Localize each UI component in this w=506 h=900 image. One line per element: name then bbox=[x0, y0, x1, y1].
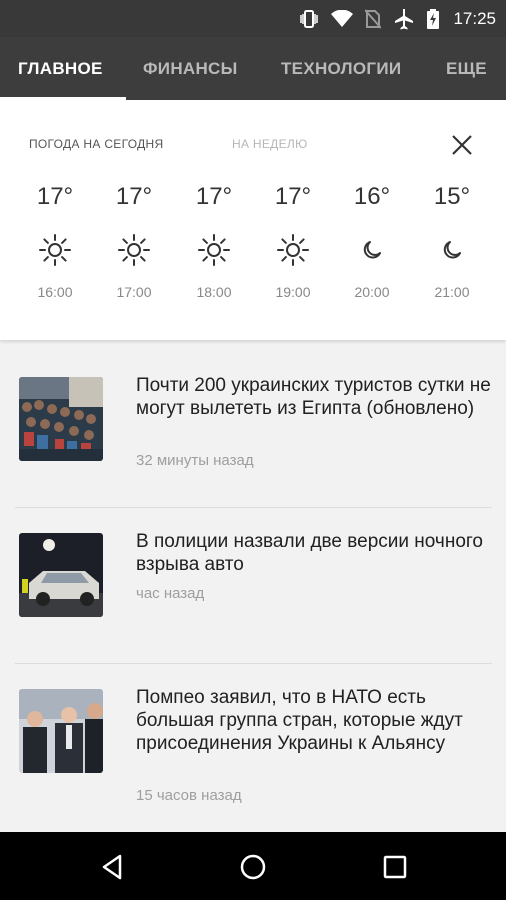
news-title[interactable]: В полиции назвали две версии ночного взр… bbox=[136, 530, 492, 576]
forecast-temp: 15° bbox=[433, 183, 471, 210]
moon-icon bbox=[412, 232, 492, 268]
no-sim-icon bbox=[365, 8, 382, 29]
forecast-time: 21:00 bbox=[434, 284, 470, 300]
forecast-item: 17° 17:00 bbox=[94, 182, 174, 300]
wifi-icon bbox=[331, 9, 354, 28]
news-title[interactable]: Помпео заявил, что в НАТО есть большая г… bbox=[136, 686, 492, 755]
vibrate-icon bbox=[299, 9, 319, 29]
forecast-item: 17° 18:00 bbox=[174, 182, 254, 300]
tab-main[interactable]: ГЛАВНОЕ bbox=[18, 37, 103, 100]
forecast-temp: 17° bbox=[274, 183, 312, 210]
forecast-item: 17° 16:00 bbox=[15, 182, 95, 300]
airplane-icon bbox=[393, 8, 415, 30]
home-icon[interactable] bbox=[238, 852, 268, 882]
forecast-item: 16° 20:00 bbox=[332, 182, 412, 300]
forecast-item: 17° 19:00 bbox=[253, 182, 333, 300]
navigation-bar bbox=[0, 832, 506, 900]
forecast-time: 17:00 bbox=[116, 284, 152, 300]
news-item[interactable]: Помпео заявил, что в НАТО есть большая г… bbox=[0, 664, 506, 831]
weather-tab-week[interactable]: НА НЕДЕЛЮ bbox=[232, 137, 308, 151]
news-time: 15 часов назад bbox=[136, 787, 242, 804]
weather-card: ПОГОДА НА СЕГОДНЯ НА НЕДЕЛЮ 17° 16:00 17… bbox=[0, 100, 506, 340]
tab-more[interactable]: ЕЩЕ bbox=[446, 37, 487, 100]
close-icon[interactable] bbox=[448, 131, 476, 159]
news-thumbnail[interactable] bbox=[19, 377, 103, 461]
battery-charging-icon bbox=[427, 8, 440, 29]
news-title[interactable]: Почти 200 украинских туристов сутки не м… bbox=[136, 374, 492, 420]
forecast-temp: 16° bbox=[353, 183, 391, 210]
sun-icon bbox=[94, 232, 174, 268]
tab-technology[interactable]: ТЕХНОЛОГИИ bbox=[281, 37, 401, 100]
news-item[interactable]: Почти 200 украинских туристов сутки не м… bbox=[0, 370, 506, 505]
news-thumbnail[interactable] bbox=[19, 533, 103, 617]
news-item[interactable]: В полиции назвали две версии ночного взр… bbox=[0, 508, 506, 663]
forecast-time: 16:00 bbox=[37, 284, 73, 300]
recents-icon[interactable] bbox=[380, 852, 410, 882]
forecast-item: 15° 21:00 bbox=[412, 182, 492, 300]
news-time: 32 минуты назад bbox=[136, 452, 254, 469]
forecast-time: 20:00 bbox=[354, 284, 390, 300]
forecast-temp: 17° bbox=[195, 183, 233, 210]
tab-finance[interactable]: ФИНАНСЫ bbox=[143, 37, 238, 100]
forecast-temp: 17° bbox=[36, 183, 74, 210]
forecast-temp: 17° bbox=[115, 183, 153, 210]
tab-bar: ГЛАВНОЕ ФИНАНСЫ ТЕХНОЛОГИИ ЕЩЕ bbox=[0, 37, 506, 100]
forecast-time: 18:00 bbox=[196, 284, 232, 300]
back-icon[interactable] bbox=[98, 852, 128, 882]
sun-icon bbox=[253, 232, 333, 268]
news-time: час назад bbox=[136, 585, 205, 602]
forecast-time: 19:00 bbox=[275, 284, 311, 300]
status-bar: 17:25 bbox=[0, 0, 506, 37]
sun-icon bbox=[15, 232, 95, 268]
sun-icon bbox=[174, 232, 254, 268]
news-thumbnail[interactable] bbox=[19, 689, 103, 773]
weather-tab-today[interactable]: ПОГОДА НА СЕГОДНЯ bbox=[29, 137, 163, 151]
status-time: 17:25 bbox=[453, 8, 496, 28]
moon-icon bbox=[332, 232, 412, 268]
